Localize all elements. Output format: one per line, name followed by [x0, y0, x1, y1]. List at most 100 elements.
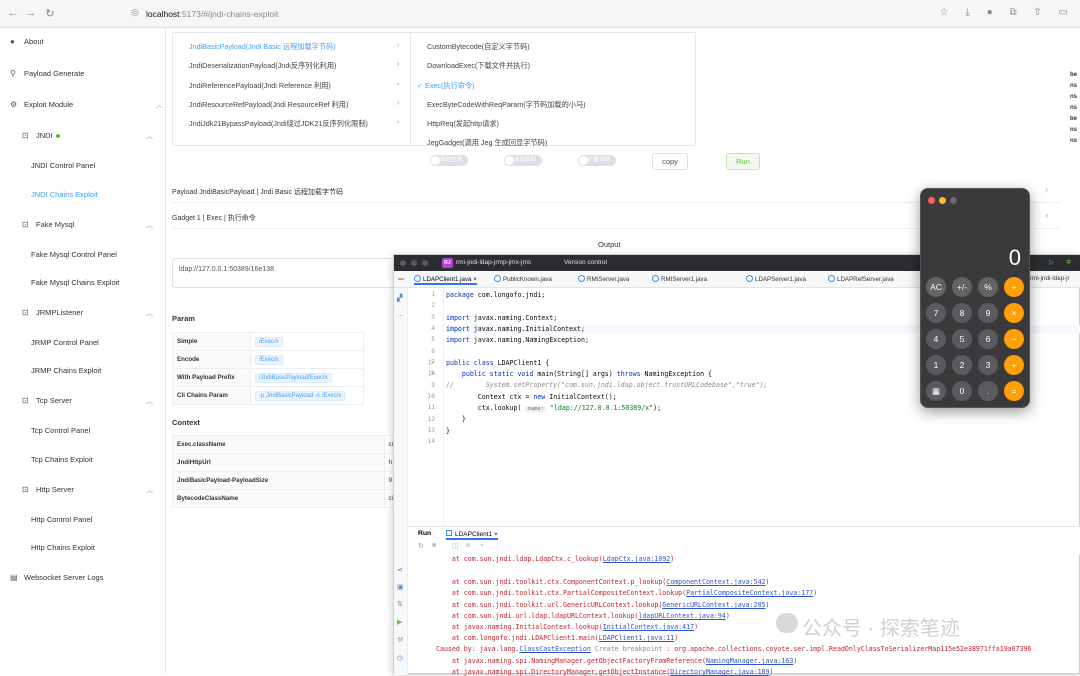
calc-key-calculator-menu[interactable]: ▦ [926, 381, 946, 401]
code-line[interactable]: import javax.naming.Context; [446, 314, 557, 322]
run-icon[interactable]: ▷ [1049, 255, 1054, 271]
site-info-icon[interactable]: ◎ [128, 7, 142, 18]
cascader-option-gadget[interactable]: HttpReq(发起http请求) [427, 119, 499, 129]
console-link[interactable]: ClassCastException [519, 645, 590, 653]
calc-key-two[interactable]: 2 [952, 355, 972, 375]
project-panel-label[interactable]: rmi-jndi-ldap-jr [1030, 275, 1070, 282]
toggle-switch[interactable]: 扩展详情 [578, 155, 616, 166]
cascader-option-gadget[interactable]: ExecByteCodeWithReqParam(字节码加载的小马) [427, 100, 586, 110]
bookmark-star-icon[interactable]: ☆ [940, 7, 949, 18]
console-link[interactable]: DirectoryManager.java:189 [670, 668, 769, 676]
calc-key-sign[interactable]: +/- [952, 277, 972, 297]
code-line[interactable]: } [446, 427, 450, 435]
calc-key-eight[interactable]: 8 [952, 303, 972, 323]
tab-ldapclient1[interactable]: LDAPClient1.java × [414, 275, 477, 285]
window-minimize-button[interactable] [411, 260, 417, 266]
create-breakpoint-link[interactable]: Create breakpoint [591, 645, 666, 653]
build-icon[interactable]: ⚒ [397, 636, 403, 644]
tab-rmiserver1[interactable]: RMIServer1.java [652, 275, 707, 283]
calc-key-four[interactable]: 4 [926, 329, 946, 349]
calc-key-decimal[interactable]: . [978, 381, 998, 401]
save-icon[interactable]: ▣ [397, 583, 404, 591]
sidebar-item-jndi-control-panel[interactable]: JNDI Control Panel [31, 161, 95, 170]
sidebar-item-jndi[interactable]: ⊡ JNDI ︿ [22, 131, 166, 140]
sidebar-item-jrmp-control-panel[interactable]: JRMP Control Panel [31, 338, 99, 347]
rerun-icon[interactable]: ↻ [418, 542, 424, 550]
sidebar-item-tcp-control-panel[interactable]: Tcp Control Panel [31, 426, 90, 435]
tab-publicknown[interactable]: PublicKnown.java [494, 275, 552, 283]
gadget-row[interactable]: Gadget 1 | Exec | 执行命令 [172, 213, 256, 223]
more-icon[interactable]: ⋯ [397, 312, 404, 320]
cascader-option-payload[interactable]: JndiJdk21BypassPayload(Jndi绕过JDK21反序列化限制… [189, 119, 368, 129]
window-close-button[interactable] [400, 260, 406, 266]
calc-key-equals[interactable]: = [1004, 381, 1024, 401]
code-line[interactable]: import javax.naming.NamingException; [446, 336, 589, 344]
layout-icon[interactable]: ⧈ [466, 542, 470, 550]
console-link[interactable]: PartialCompositeContext.java:177 [686, 589, 813, 597]
code-line[interactable]: } [446, 415, 466, 423]
window-zoom-button[interactable] [950, 197, 957, 204]
cascader-option-gadget[interactable]: CustomBytecode(自定义字节码) [427, 42, 530, 52]
sidebar-item-tcp-chains-exploit[interactable]: Tcp Chains Exploit [31, 455, 93, 464]
cascader-option-gadget[interactable]: JegGadget(调用 Jeg 生成回显字节码) [427, 138, 547, 148]
console-link[interactable]: GenericURLContext.java:205 [662, 601, 765, 609]
run-gutter-icon[interactable]: ▷ [429, 358, 434, 366]
console-link[interactable]: ldapURLContext.java:94 [638, 612, 725, 620]
tab-run-ldapclient1[interactable]: LDAPClient1 × [446, 530, 498, 540]
calc-key-plus[interactable]: + [1004, 355, 1024, 375]
code-line[interactable]: ctx.lookup( name: "ldap://127.0.0.1:5038… [446, 404, 661, 412]
history-icon[interactable]: ◷ [397, 654, 403, 662]
cascader-option-gadget-selected[interactable]: ✓ Exec(执行命令) [417, 81, 475, 91]
run-icon[interactable]: ▶ [397, 618, 402, 626]
sidebar-item-payload-generate[interactable]: ⚲ Payload Generate [10, 69, 84, 78]
tab-ldapserver1[interactable]: LDAPServer1.java [746, 275, 806, 283]
calc-key-three[interactable]: 3 [978, 355, 998, 375]
payload-row[interactable]: Payload JndiBasicPayload | Jndi Basic 远程… [172, 187, 343, 197]
forward-icon[interactable]: → [24, 7, 38, 19]
calc-key-clear[interactable]: AC [926, 277, 946, 297]
calc-key-nine[interactable]: 9 [978, 303, 998, 323]
code-line[interactable]: Context ctx = new InitialContext(); [446, 393, 617, 401]
window-close-button[interactable] [928, 197, 935, 204]
output-textarea[interactable]: ldap://127.0.0.1:50389/16e138 [172, 258, 404, 288]
console-link[interactable]: InitialContext.java:417 [603, 623, 694, 631]
share-icon[interactable]: ⇧ [1033, 7, 1041, 18]
calc-key-one[interactable]: 1 [926, 355, 946, 375]
tabs-icon[interactable]: ▭ [1059, 7, 1068, 18]
tab-ldaprefserver[interactable]: LDAPRefServer.java [828, 275, 894, 283]
sidebar-item-jndi-chains-exploit[interactable]: JNDI Chains Exploit [31, 190, 98, 199]
pin-icon[interactable]: ⌖ [480, 542, 484, 550]
download-icon[interactable]: ⤓ [965, 7, 969, 18]
vcs-menu[interactable]: Version control [564, 255, 607, 271]
structure-icon[interactable]: ▞ [397, 294, 402, 302]
console-link[interactable]: NamingManager.java:163 [706, 657, 793, 665]
profile-icon[interactable]: ● [987, 7, 993, 18]
copy-button[interactable]: copy [652, 153, 688, 170]
cascader-option-payload[interactable]: JndiBasicPayload(Jndi Basic 远程加载字节码) [189, 42, 336, 52]
cascader-option-payload[interactable]: JndiReferencePayload(Jndi Reference 利用) [189, 81, 331, 91]
run-gutter-icon[interactable]: ▷ [429, 369, 434, 377]
sidebar-item-about[interactable]: ● About [10, 37, 44, 46]
sidebar-item-jrmp-chains-exploit[interactable]: JRMP Chains Exploit [31, 366, 101, 375]
sidebar-item-fake-mysql-chains-exploit[interactable]: Fake Mysql Chains Exploit [31, 278, 119, 287]
code-line[interactable]: package com.longofo.jndi; [446, 291, 545, 299]
calc-key-seven[interactable]: 7 [926, 303, 946, 323]
cascader-option-payload[interactable]: JndiResourceRefPayload(Jndi ResourceRef … [189, 100, 348, 110]
sidebar-item-fake-mysql[interactable]: ⊡ Fake Mysql ︿ [22, 220, 166, 229]
tab-rmiserver[interactable]: RMIServer.java [578, 275, 629, 283]
calc-key-multiply[interactable]: × [1004, 303, 1024, 323]
extensions-icon[interactable]: ⧉ [1009, 7, 1016, 18]
console-link[interactable]: LDAPClient1.java:11 [599, 634, 674, 642]
toggle-switch[interactable]: 自动复制 [504, 155, 542, 166]
toggle-switch[interactable]: 启动生效 [430, 155, 468, 166]
sidebar-item-jrmp-listener[interactable]: ⊡ JRMPListener ︿ [22, 308, 166, 317]
calc-key-five[interactable]: 5 [952, 329, 972, 349]
more-icon[interactable]: ⋮ [494, 542, 501, 550]
console-link[interactable]: ComponentContext.java:542 [666, 578, 765, 586]
sidebar-item-http-chains-exploit[interactable]: Http Chains Exploit [31, 543, 95, 552]
param-value[interactable]: /JndiBasicPayload/Exec/x [255, 372, 332, 383]
share-icon[interactable]: ⋖ [397, 566, 403, 574]
code-line[interactable]: public static void main(String[] args) t… [446, 370, 712, 378]
sidebar-item-tcp-server[interactable]: ⊡ Tcp Server ︿ [22, 396, 166, 405]
calc-key-divide[interactable]: ÷ [1004, 277, 1024, 297]
